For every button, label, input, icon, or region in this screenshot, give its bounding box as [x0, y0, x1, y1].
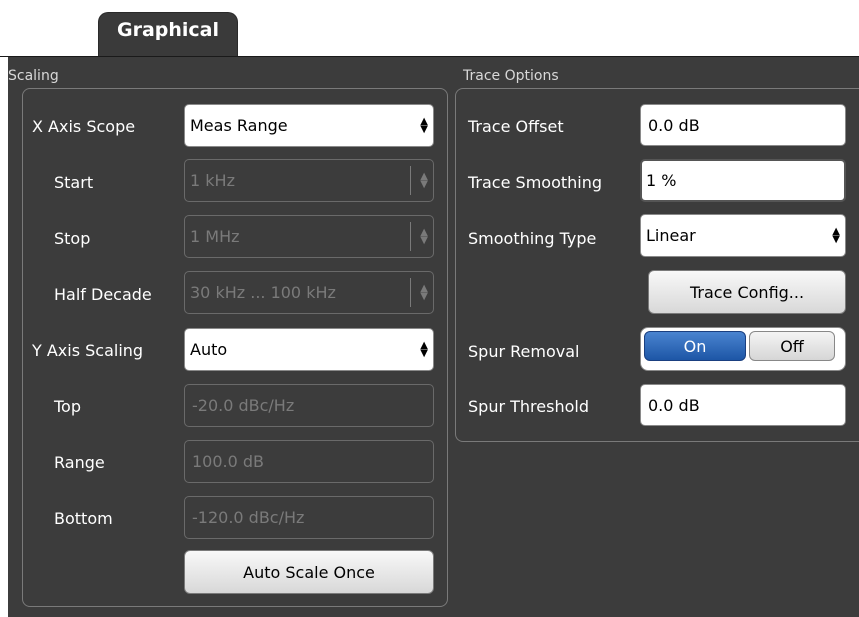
spur-removal-toggle[interactable]: On Off [640, 327, 846, 371]
top-field: -20.0 dBc/Hz [184, 384, 434, 427]
spin-arrow-icon: ▲ ▼ [420, 282, 428, 302]
spur-removal-label: Spur Removal [468, 342, 580, 361]
trace-offset-input[interactable]: 0.0 dB [640, 104, 846, 146]
start-field: 1 kHz ▲ ▼ [184, 159, 434, 202]
y-axis-scaling-value: Auto [190, 340, 228, 359]
top-label: Top [54, 397, 81, 416]
start-label: Start [54, 173, 94, 192]
stop-label: Stop [54, 229, 91, 248]
spur-threshold-label: Spur Threshold [468, 397, 589, 416]
range-label: Range [54, 453, 105, 472]
select-arrow-icon: ▲ ▼ [420, 339, 428, 359]
trace-config-button[interactable]: Trace Config... [648, 270, 846, 314]
range-field: 100.0 dB [184, 440, 434, 483]
spur-removal-on-button[interactable]: On [644, 331, 746, 361]
field-divider [410, 222, 411, 251]
trace-offset-label: Trace Offset [468, 117, 564, 136]
bottom-field: -120.0 dBc/Hz [184, 496, 434, 539]
trace-smoothing-value: 1 % [646, 171, 677, 190]
top-value: -20.0 dBc/Hz [192, 396, 295, 415]
spin-arrow-icon: ▲ ▼ [420, 226, 428, 246]
half-decade-field: 30 kHz ... 100 kHz ▲ ▼ [184, 271, 434, 314]
smoothing-type-select[interactable]: Linear ▲ ▼ [640, 214, 846, 257]
scaling-group-title: Scaling [8, 68, 59, 84]
y-axis-scaling-label: Y Axis Scaling [32, 341, 144, 360]
spur-threshold-input[interactable]: 0.0 dB [640, 384, 846, 426]
x-axis-scope-label: X Axis Scope [32, 117, 136, 136]
stop-field: 1 MHz ▲ ▼ [184, 215, 434, 258]
settings-panel: Scaling X Axis Scope Meas Range ▲ ▼ Start… [8, 57, 859, 617]
select-arrow-icon: ▲ ▼ [832, 225, 840, 245]
tab-graphical-label: Graphical [116, 19, 220, 41]
auto-scale-once-button[interactable]: Auto Scale Once [184, 550, 434, 594]
trace-offset-value: 0.0 dB [648, 115, 700, 135]
tab-graphical[interactable]: Graphical [98, 12, 238, 56]
y-axis-scaling-select[interactable]: Auto ▲ ▼ [184, 328, 434, 371]
bottom-label: Bottom [54, 509, 113, 528]
smoothing-type-value: Linear [646, 226, 696, 245]
field-divider [410, 166, 411, 195]
trace-smoothing-label: Trace Smoothing [468, 173, 603, 192]
x-axis-scope-value: Meas Range [190, 116, 288, 135]
range-value: 100.0 dB [192, 452, 265, 471]
smoothing-type-label: Smoothing Type [468, 229, 597, 248]
spur-threshold-value: 0.0 dB [648, 395, 700, 415]
select-arrow-icon: ▲ ▼ [420, 115, 428, 135]
stop-value: 1 MHz [190, 227, 240, 246]
spin-arrow-icon: ▲ ▼ [420, 170, 428, 190]
field-divider [410, 278, 411, 307]
bottom-value: -120.0 dBc/Hz [192, 508, 305, 527]
trace-smoothing-input[interactable]: 1 % [640, 159, 846, 202]
spur-removal-off-button[interactable]: Off [749, 331, 835, 361]
half-decade-value: 30 kHz ... 100 kHz [190, 283, 336, 302]
x-axis-scope-select[interactable]: Meas Range ▲ ▼ [184, 104, 434, 147]
half-decade-label: Half Decade [54, 285, 152, 304]
trace-options-group-title: Trace Options [463, 68, 559, 84]
start-value: 1 kHz [190, 171, 235, 190]
